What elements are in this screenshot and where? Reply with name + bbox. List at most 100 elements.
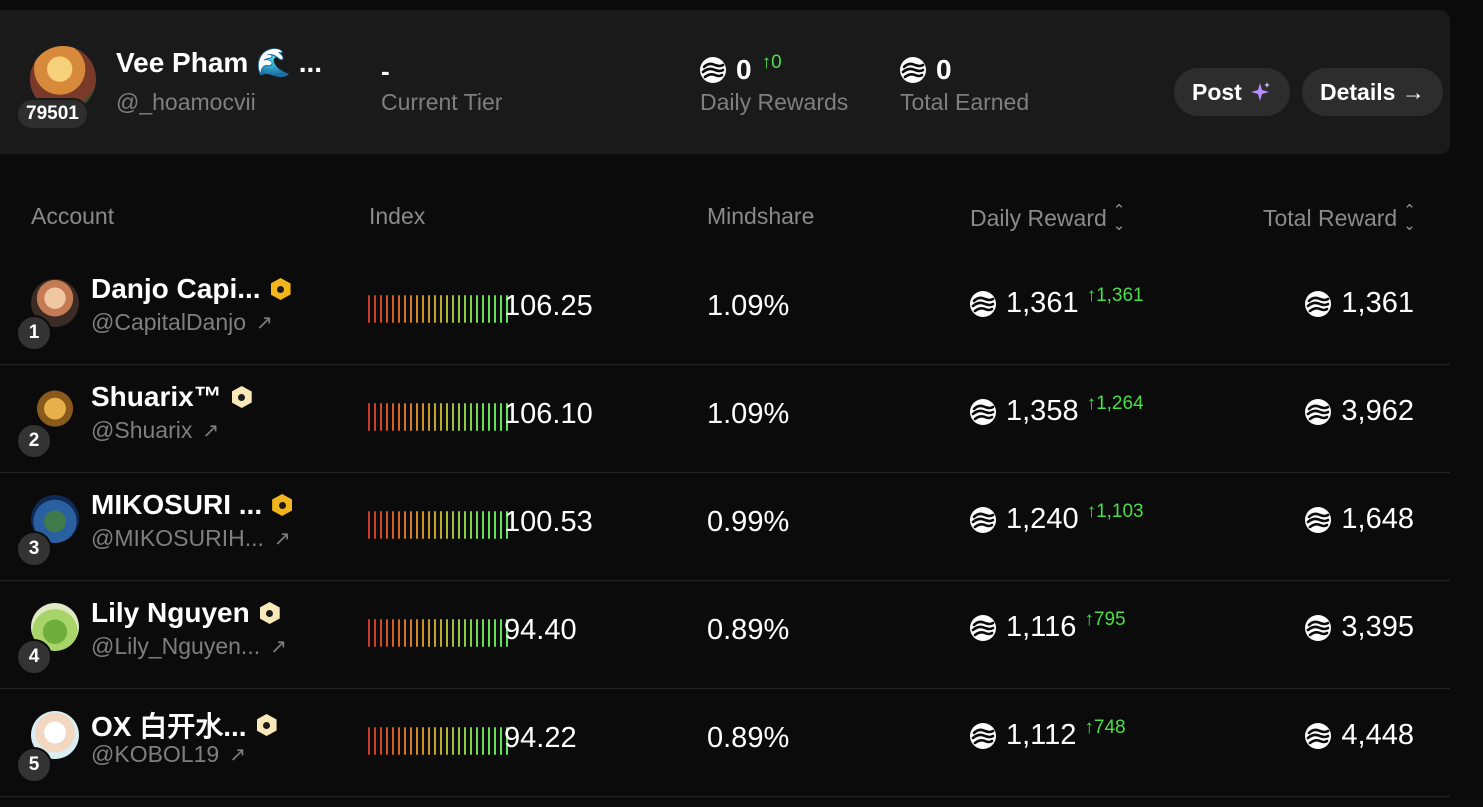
index-meter-tick bbox=[464, 619, 466, 647]
index-meter-tick bbox=[494, 727, 496, 755]
index-meter-tick bbox=[404, 511, 406, 539]
index-meter-tick bbox=[446, 619, 448, 647]
account-handle[interactable]: @Lily_Nguyen... ↗ bbox=[91, 633, 287, 660]
index-meter-tick bbox=[488, 727, 490, 755]
index-meter-tick bbox=[464, 511, 466, 539]
index-meter-tick bbox=[440, 727, 442, 755]
sparkle-icon bbox=[1250, 82, 1270, 101]
account-handle-text: @MIKOSURIH... bbox=[91, 525, 264, 551]
index-meter-tick bbox=[380, 403, 382, 431]
table-row[interactable]: 4 Lily Nguyen @Lily_Nguyen... ↗ 94.40 0.… bbox=[0, 581, 1450, 689]
index-meter-tick bbox=[470, 619, 472, 647]
index-meter-tick bbox=[464, 403, 466, 431]
account-name[interactable]: Danjo Capi... bbox=[91, 273, 291, 305]
account-name[interactable]: MIKOSURI ... bbox=[91, 489, 293, 521]
total-reward-value: 1,648 bbox=[1341, 503, 1414, 535]
index-meter-tick bbox=[482, 511, 484, 539]
index-meter-tick bbox=[476, 511, 478, 539]
index-meter-tick bbox=[392, 403, 394, 431]
index-meter-tick bbox=[422, 295, 424, 323]
account-name[interactable]: Shuarix™ bbox=[91, 381, 252, 413]
sort-icon[interactable]: ⌃ ⌄ bbox=[1113, 203, 1126, 233]
index-meter-tick bbox=[440, 295, 442, 323]
column-header-total-reward[interactable]: Total Reward ⌃ ⌄ bbox=[1263, 203, 1416, 233]
table-row[interactable]: 5 OX 白开水... @KOBOL19 ↗ 94.22 0.89% 1,112… bbox=[0, 689, 1450, 797]
index-value: 100.53 bbox=[504, 506, 593, 538]
external-link-icon[interactable]: ↗ bbox=[229, 742, 246, 767]
index-meter-tick bbox=[488, 403, 490, 431]
account-name-text: Danjo Capi... bbox=[91, 273, 261, 304]
index-meter-tick bbox=[422, 727, 424, 755]
index-meter-tick bbox=[488, 295, 490, 323]
index-meter-tick bbox=[422, 619, 424, 647]
index-meter-tick bbox=[368, 727, 370, 755]
index-meter-tick bbox=[398, 295, 400, 323]
token-coin-icon bbox=[970, 723, 996, 749]
account-handle[interactable]: @KOBOL19 ↗ bbox=[91, 741, 246, 768]
account-handle[interactable]: @CapitalDanjo ↗ bbox=[91, 309, 273, 336]
current-tier-value: - bbox=[381, 56, 390, 86]
external-link-icon[interactable]: ↗ bbox=[274, 526, 291, 551]
index-meter-tick bbox=[470, 727, 472, 755]
external-link-icon[interactable]: ↗ bbox=[256, 310, 273, 335]
user-display-name[interactable]: Vee Pham 🌊 ... bbox=[116, 46, 322, 79]
account-handle-text: @Shuarix bbox=[91, 417, 193, 443]
index-meter-tick bbox=[476, 403, 478, 431]
token-coin-icon bbox=[900, 57, 926, 83]
index-meter-tick bbox=[398, 727, 400, 755]
verified-badge-icon bbox=[272, 494, 293, 516]
index-meter-tick bbox=[404, 295, 406, 323]
index-meter-tick bbox=[428, 511, 430, 539]
index-meter-tick bbox=[386, 727, 388, 755]
index-meter-tick bbox=[428, 727, 430, 755]
daily-rewards-value: 0 bbox=[736, 54, 752, 85]
index-meter-tick bbox=[374, 403, 376, 431]
table-row[interactable]: 3 MIKOSURI ... @MIKOSURIH... ↗ 100.53 0.… bbox=[0, 473, 1450, 581]
column-header-mindshare-label: Mindshare bbox=[707, 203, 815, 229]
account-name-text: MIKOSURI ... bbox=[91, 489, 263, 520]
index-meter-tick bbox=[368, 619, 370, 647]
details-button[interactable]: Details → bbox=[1302, 68, 1443, 116]
index-meter-tick bbox=[494, 511, 496, 539]
user-summary-card: 79501 Vee Pham 🌊 ... @_hoamocvii - Curre… bbox=[0, 10, 1450, 154]
index-meter-tick bbox=[476, 727, 478, 755]
index-meter-tick bbox=[446, 727, 448, 755]
verified-badge-icon bbox=[270, 278, 291, 300]
verified-badge-icon bbox=[231, 386, 252, 408]
index-meter-tick bbox=[428, 619, 430, 647]
account-name[interactable]: OX 白开水... bbox=[91, 705, 277, 745]
rank-badge: 3 bbox=[16, 531, 52, 567]
rank-badge: 1 bbox=[16, 315, 52, 351]
index-meter-tick bbox=[428, 295, 430, 323]
daily-reward-value: 1,240 bbox=[1006, 503, 1079, 535]
column-header-daily-reward[interactable]: Daily Reward ⌃ ⌄ bbox=[970, 203, 1125, 233]
user-handle[interactable]: @_hoamocvii bbox=[116, 89, 256, 116]
account-name[interactable]: Lily Nguyen bbox=[91, 597, 280, 629]
index-meter-tick bbox=[380, 295, 382, 323]
external-link-icon[interactable]: ↗ bbox=[270, 634, 287, 659]
sort-icon[interactable]: ⌃ ⌄ bbox=[1403, 203, 1416, 233]
index-meter-tick bbox=[458, 619, 460, 647]
verified-badge-icon bbox=[256, 714, 277, 736]
total-earned-stat: 0 bbox=[900, 54, 952, 86]
index-meter-tick bbox=[458, 403, 460, 431]
index-meter-tick bbox=[386, 619, 388, 647]
index-meter-tick bbox=[374, 511, 376, 539]
account-handle[interactable]: @MIKOSURIH... ↗ bbox=[91, 525, 291, 552]
post-button[interactable]: Post bbox=[1174, 68, 1290, 116]
index-value: 106.25 bbox=[504, 290, 593, 322]
index-meter-tick bbox=[416, 403, 418, 431]
index-value: 106.10 bbox=[504, 398, 593, 430]
daily-rewards-delta: ↑0 bbox=[761, 52, 782, 73]
table-row[interactable]: 2 Shuarix™ @Shuarix ↗ 106.10 1.09% 1,358… bbox=[0, 365, 1450, 473]
external-link-icon[interactable]: ↗ bbox=[202, 418, 219, 443]
token-coin-icon bbox=[1305, 507, 1331, 533]
index-meter-tick bbox=[374, 727, 376, 755]
total-reward-value: 3,962 bbox=[1341, 395, 1414, 427]
account-handle[interactable]: @Shuarix ↗ bbox=[91, 417, 219, 444]
index-value: 94.22 bbox=[504, 722, 577, 754]
index-meter-tick bbox=[392, 727, 394, 755]
index-bar-meter bbox=[368, 619, 508, 647]
table-row[interactable]: 1 Danjo Capi... @CapitalDanjo ↗ 106.25 1… bbox=[0, 257, 1450, 365]
index-bar-meter bbox=[368, 727, 508, 755]
